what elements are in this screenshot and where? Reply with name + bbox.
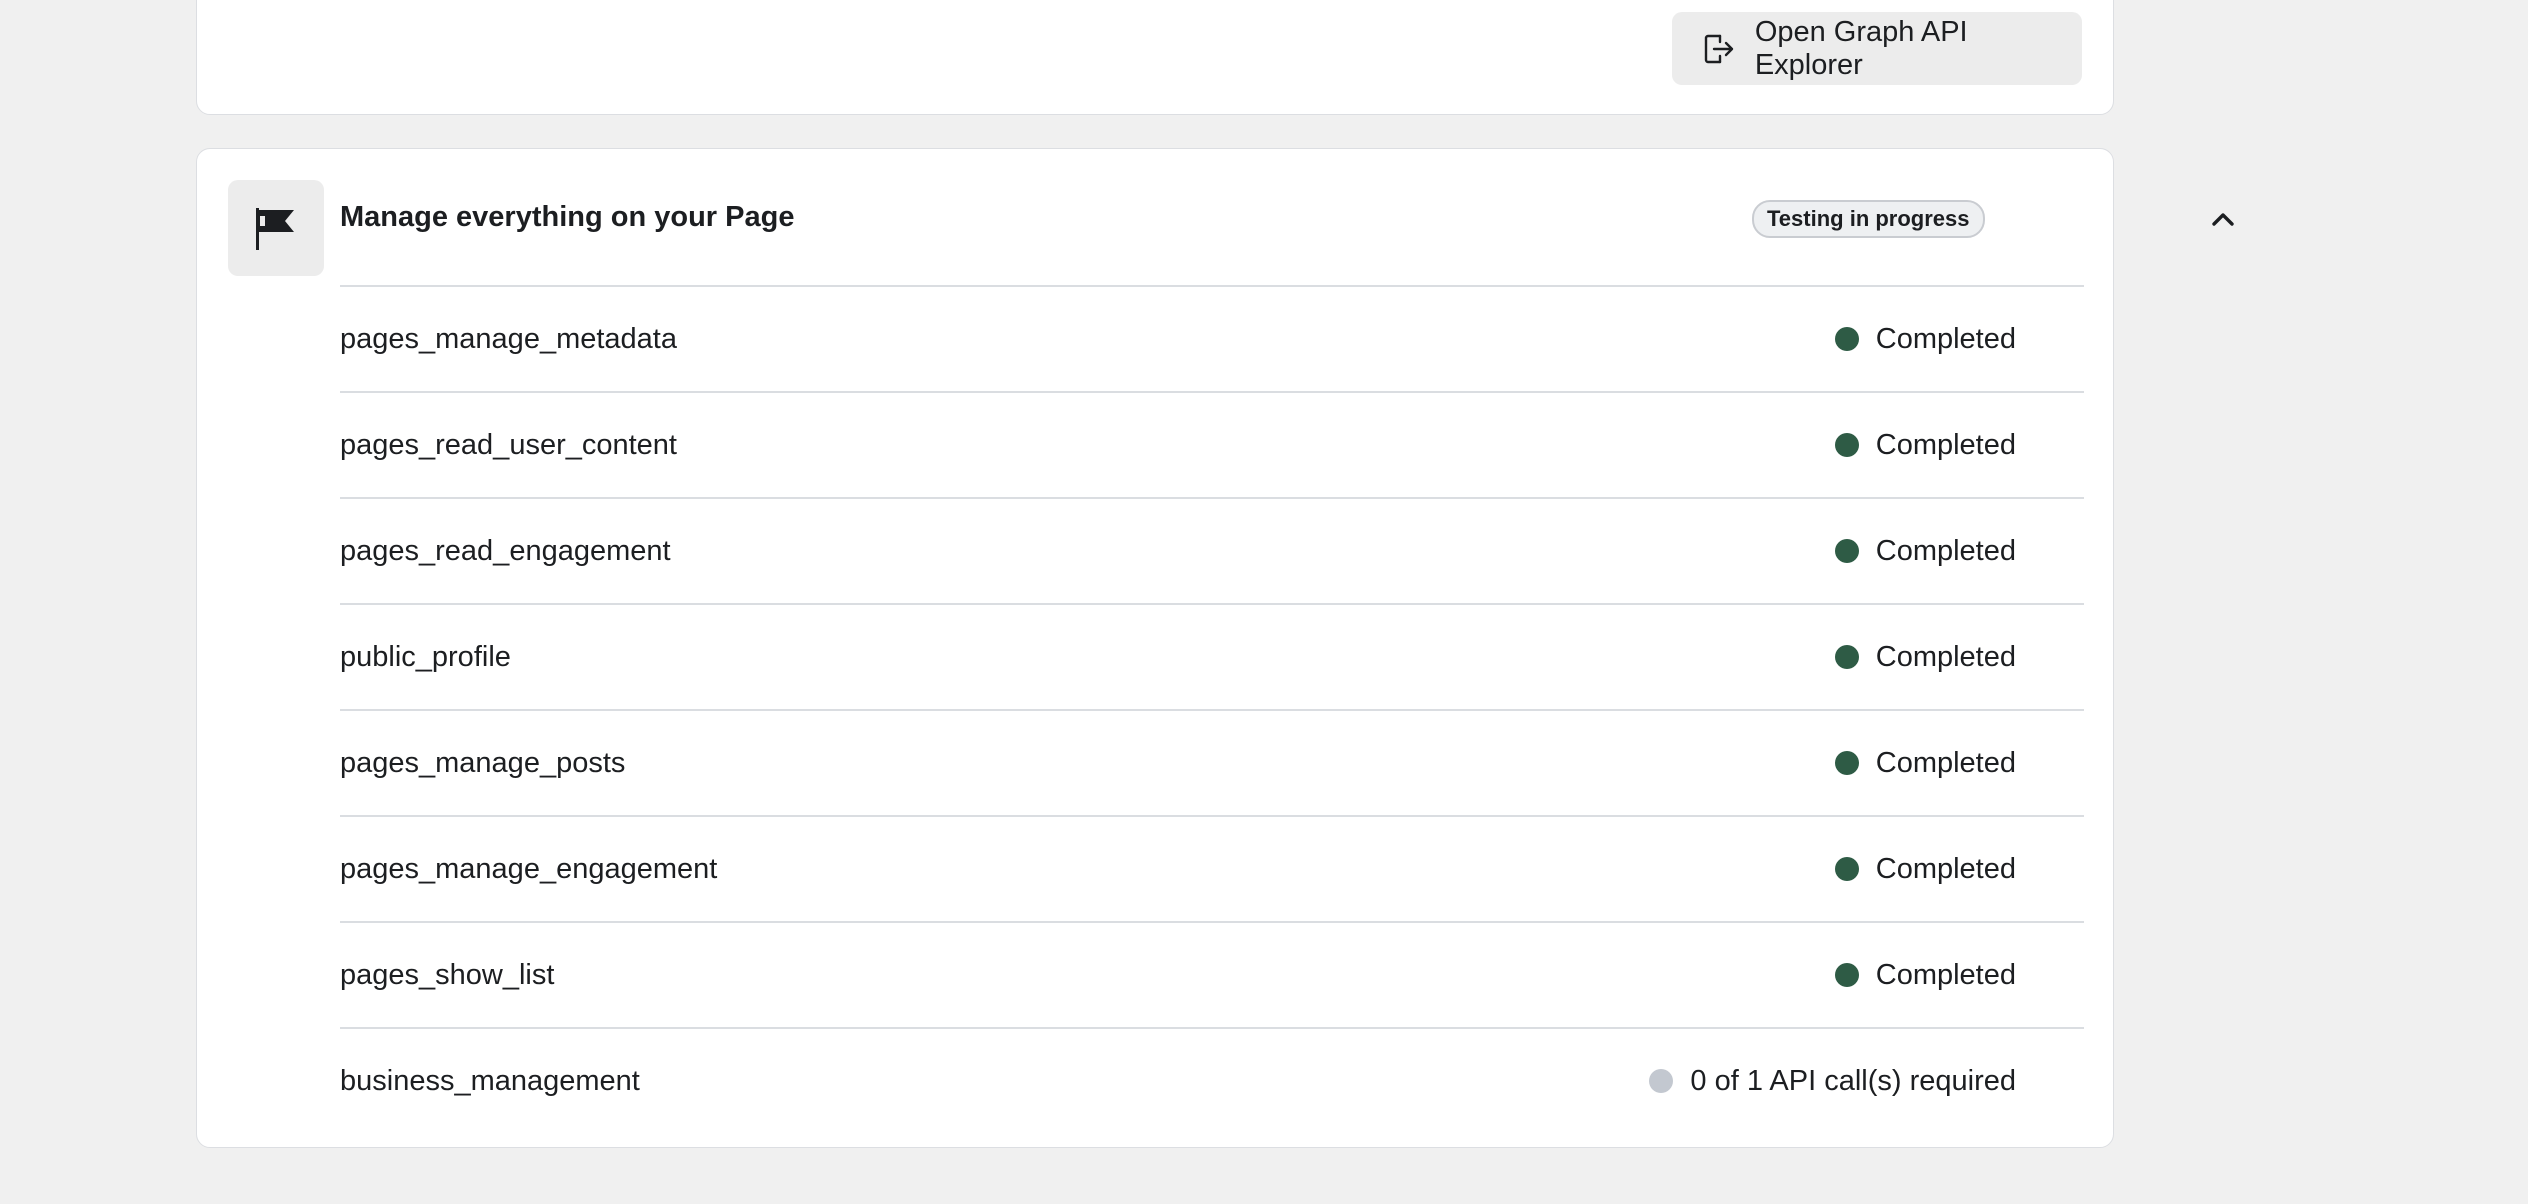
permission-row: pages_manage_posts Completed (340, 709, 2084, 815)
external-open-icon (1699, 30, 1737, 68)
permission-row: pages_manage_engagement Completed (340, 815, 2084, 921)
completed-status-dot (1834, 963, 1859, 987)
permission-row: pages_manage_metadata Completed (340, 285, 2084, 391)
permissions-list: pages_manage_metadata Completed pages_read… (340, 285, 2084, 1133)
permission-name: pages_manage_engagement (340, 853, 718, 885)
permission-status-text: Completed (1875, 428, 2016, 461)
flag-icon (228, 180, 324, 276)
permission-status: Completed (1834, 711, 2016, 815)
open-graph-api-explorer-label: Open Graph API Explorer (1754, 15, 1968, 81)
status-badge: Testing in progress (1752, 200, 1985, 238)
pending-status-dot (1649, 1069, 1674, 1093)
permission-status-text: Completed (1875, 640, 2016, 673)
permission-status: Completed (1834, 817, 2016, 921)
permission-status-text: Completed (1875, 322, 2016, 355)
permission-status-text: 0 of 1 API call(s) required (1690, 1064, 2016, 1097)
open-graph-api-explorer-button[interactable]: Open Graph API Explorer (1672, 12, 2082, 85)
permission-status-text: Completed (1875, 746, 2016, 779)
permission-status-text: Completed (1875, 852, 2016, 885)
chevron-up-icon[interactable] (2205, 201, 2241, 237)
permission-status: 0 of 1 API call(s) required (1649, 1029, 2016, 1133)
permission-status: Completed (1834, 605, 2016, 709)
permission-row: pages_read_engagement Completed (340, 497, 2084, 603)
permission-row: pages_show_list Completed (340, 921, 2084, 1027)
permission-status: Completed (1834, 499, 2016, 603)
permission-name: pages_show_list (340, 959, 555, 991)
completed-status-dot (1834, 327, 1859, 351)
use-case-card: Manage everything on your Page Testing i… (196, 148, 2234, 1148)
permission-status-text: Completed (1875, 534, 2016, 567)
completed-status-dot (1834, 645, 1859, 669)
completed-status-dot (1834, 433, 1859, 457)
permission-status: Completed (1834, 393, 2016, 497)
permission-status: Completed (1834, 923, 2016, 1027)
completed-status-dot (1834, 539, 1859, 563)
permission-name: public_profile (340, 641, 511, 673)
permission-name: pages_manage_metadata (340, 323, 677, 355)
permission-name: pages_manage_posts (340, 747, 626, 779)
permission-row: pages_read_user_content Completed (340, 391, 2084, 497)
completed-status-dot (1834, 857, 1859, 881)
permission-row: business_management 0 of 1 API call(s) re… (340, 1027, 2084, 1133)
use-case-title: Manage everything on your Page (340, 201, 795, 233)
permission-name: pages_read_engagement (340, 535, 671, 567)
previous-card: Open Graph API Explorer (196, 0, 2114, 115)
permission-status-text: Completed (1875, 958, 2016, 991)
permission-row: public_profile Completed (340, 603, 2084, 709)
completed-status-dot (1834, 751, 1859, 775)
use-case-header[interactable]: Manage everything on your Page Testing i… (197, 149, 2234, 285)
permission-name: pages_read_user_content (340, 429, 677, 461)
permission-name: business_management (340, 1065, 640, 1097)
permission-status: Completed (1834, 287, 2016, 391)
